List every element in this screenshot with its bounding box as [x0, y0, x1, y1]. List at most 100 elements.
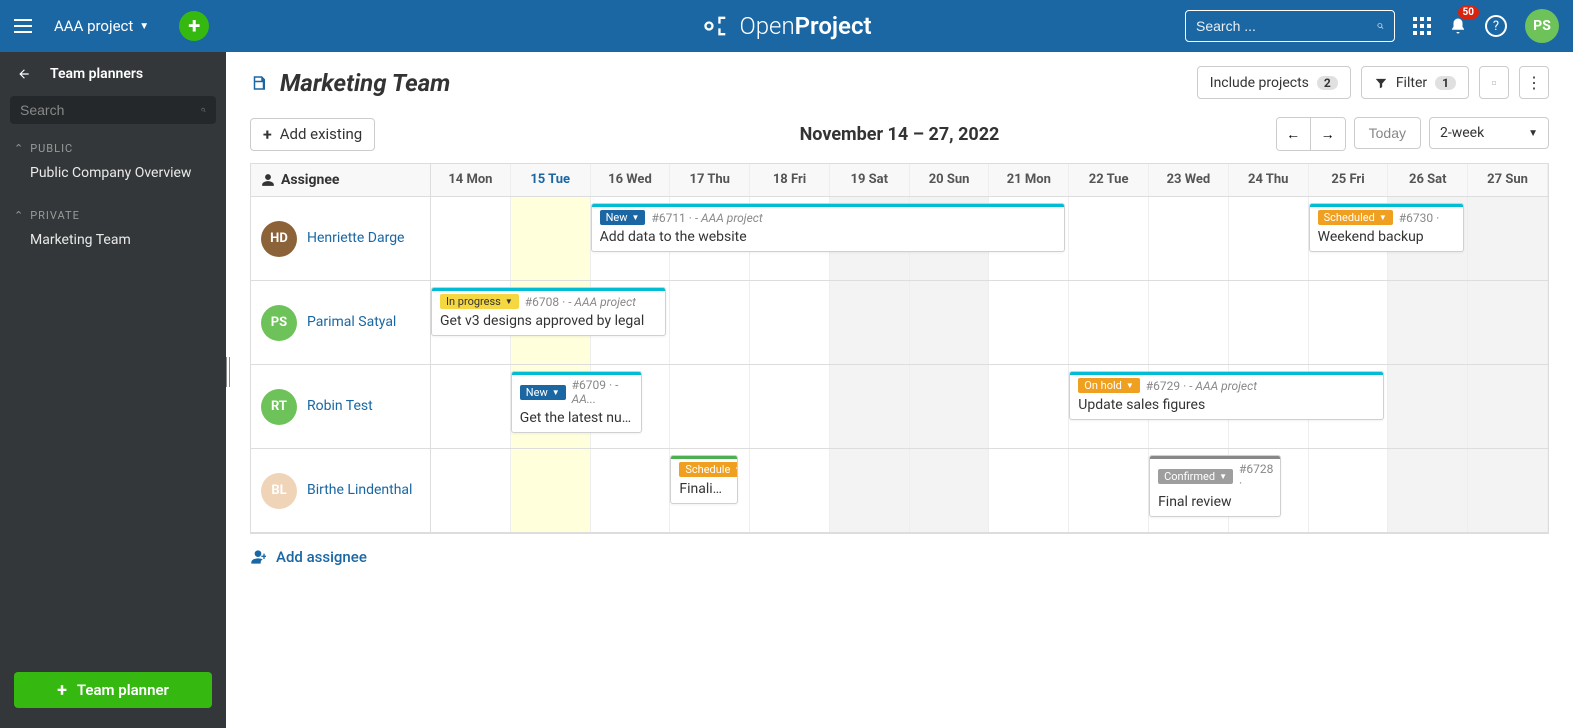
days-area[interactable]: New ▼#6711 · - AAA projectAdd data to th… — [431, 197, 1548, 280]
work-package-meta: #6708 · - AAA project — [525, 295, 636, 309]
status-chip[interactable]: Confirmed ▼ — [1158, 469, 1233, 484]
work-package-card[interactable]: In progress ▼#6708 · - AAA projectGet v3… — [431, 287, 666, 336]
day-cell[interactable] — [591, 449, 671, 532]
day-cell[interactable] — [910, 365, 990, 448]
subbar: + Add existing November 14 – 27, 2022 ← … — [226, 113, 1573, 163]
sidebar-search-input[interactable] — [20, 102, 201, 118]
avatar[interactable]: BL — [261, 473, 297, 509]
day-cell[interactable] — [750, 281, 830, 364]
day-cell[interactable] — [830, 281, 910, 364]
day-cell[interactable] — [431, 449, 511, 532]
sidebar-back[interactable]: Team planners — [0, 52, 226, 96]
global-search[interactable] — [1185, 10, 1395, 42]
assignee-name[interactable]: Henriette Darge — [307, 229, 404, 247]
day-cell[interactable] — [910, 449, 990, 532]
create-button[interactable]: + — [179, 11, 209, 41]
day-cell[interactable] — [1229, 197, 1309, 280]
days-area[interactable]: Schedule ▼Finalise c Confirmed ▼#6728 ·Fi… — [431, 449, 1548, 532]
help-icon[interactable]: ? — [1485, 15, 1507, 37]
filter-button[interactable]: Filter 1 — [1361, 66, 1469, 99]
day-cell[interactable] — [1468, 365, 1548, 448]
day-cell[interactable] — [670, 365, 750, 448]
sidebar-group-private[interactable]: ⌃ PRIVATE — [0, 209, 226, 222]
assignee-row: BL Birthe Lindenthal Schedule ▼Finalise c C… — [251, 449, 1548, 533]
more-button[interactable]: ⋮ — [1519, 66, 1549, 99]
save-icon[interactable] — [250, 74, 268, 92]
day-cell[interactable] — [1309, 281, 1389, 364]
assignee-name[interactable]: Parimal Satyal — [307, 313, 396, 331]
day-cell[interactable] — [511, 449, 591, 532]
fullscreen-icon — [1492, 76, 1496, 90]
day-cell[interactable] — [1468, 281, 1548, 364]
day-cell[interactable] — [1069, 197, 1149, 280]
avatar[interactable]: PS — [261, 305, 297, 341]
apps-icon[interactable] — [1413, 17, 1431, 35]
avatar[interactable]: HD — [261, 221, 297, 257]
menu-icon[interactable] — [14, 19, 32, 33]
day-cell[interactable] — [910, 281, 990, 364]
day-cell[interactable] — [1468, 197, 1548, 280]
work-package-card[interactable]: New ▼#6709 · - AA...Get the latest numb.… — [511, 371, 643, 433]
days-area[interactable]: New ▼#6709 · - AA...Get the latest numb.… — [431, 365, 1548, 448]
day-cell[interactable] — [1149, 281, 1229, 364]
day-cell[interactable] — [750, 365, 830, 448]
avatar[interactable]: RT — [261, 389, 297, 425]
work-package-meta: #6729 · - AAA project — [1146, 379, 1257, 393]
assignee-name[interactable]: Robin Test — [307, 397, 373, 415]
add-assignee-button[interactable]: Add assignee — [226, 534, 1573, 566]
day-cell[interactable] — [1468, 449, 1548, 532]
user-avatar[interactable]: PS — [1525, 9, 1559, 43]
day-cell[interactable] — [830, 365, 910, 448]
sidebar-item-marketing-team[interactable]: Marketing Team — [0, 222, 226, 258]
next-button[interactable]: → — [1311, 118, 1345, 150]
status-chip[interactable]: In progress ▼ — [440, 294, 519, 309]
project-selector[interactable]: AAA project ▼ — [54, 17, 149, 35]
day-cell[interactable] — [830, 449, 910, 532]
day-cell[interactable] — [989, 281, 1069, 364]
notifications-icon[interactable]: 50 — [1449, 16, 1467, 36]
day-cell[interactable] — [670, 281, 750, 364]
prev-button[interactable]: ← — [1277, 118, 1311, 150]
day-cell[interactable] — [1309, 449, 1389, 532]
day-cell[interactable] — [989, 449, 1069, 532]
day-cell[interactable] — [1229, 281, 1309, 364]
day-cell[interactable] — [989, 365, 1069, 448]
view-selector[interactable]: 2-week ▼ — [1429, 117, 1549, 149]
assignee-cell: HD Henriette Darge — [251, 197, 431, 280]
day-cell[interactable] — [1149, 197, 1229, 280]
add-existing-button[interactable]: + Add existing — [250, 118, 375, 151]
create-team-planner-button[interactable]: + Team planner — [14, 672, 212, 708]
days-area[interactable]: In progress ▼#6708 · - AAA projectGet v3… — [431, 281, 1548, 364]
day-cell[interactable] — [431, 197, 511, 280]
work-package-card[interactable]: Confirmed ▼#6728 ·Final review — [1149, 455, 1281, 517]
status-chip[interactable]: On hold ▼ — [1078, 378, 1140, 393]
sidebar-group-public[interactable]: ⌃ PUBLIC — [0, 142, 226, 155]
day-cell[interactable] — [1388, 365, 1468, 448]
search-input[interactable] — [1196, 18, 1377, 34]
fullscreen-button[interactable] — [1479, 66, 1509, 99]
status-chip[interactable]: New ▼ — [600, 210, 646, 225]
assignee-name[interactable]: Birthe Lindenthal — [307, 481, 412, 499]
sidebar-resize-handle[interactable] — [221, 352, 231, 392]
day-cell[interactable] — [750, 449, 830, 532]
today-button[interactable]: Today — [1354, 117, 1421, 149]
day-cell[interactable] — [1069, 449, 1149, 532]
day-cell[interactable] — [511, 197, 591, 280]
status-chip[interactable]: Schedule ▼ — [679, 462, 738, 477]
include-projects-button[interactable]: Include projects 2 — [1197, 66, 1351, 99]
status-chip[interactable]: New ▼ — [520, 385, 566, 400]
work-package-card[interactable]: Scheduled ▼#6730 ·Weekend backup — [1309, 203, 1465, 252]
sidebar-item-public-overview[interactable]: Public Company Overview — [0, 155, 226, 191]
day-cell[interactable] — [1069, 281, 1149, 364]
status-chip[interactable]: Scheduled ▼ — [1318, 210, 1393, 225]
sidebar-search[interactable] — [10, 96, 216, 124]
page-title: Marketing Team — [250, 69, 450, 97]
day-cell[interactable] — [431, 365, 511, 448]
day-cell[interactable] — [1388, 449, 1468, 532]
work-package-card[interactable]: New ▼#6711 · - AAA projectAdd data to th… — [591, 203, 1066, 252]
day-cell[interactable] — [1388, 281, 1468, 364]
work-package-card[interactable]: On hold ▼#6729 · - AAA projectUpdate sal… — [1069, 371, 1384, 420]
assignee-header: Assignee — [251, 164, 431, 196]
day-header: 27 Sun — [1468, 164, 1548, 196]
work-package-card[interactable]: Schedule ▼Finalise c — [670, 455, 738, 504]
